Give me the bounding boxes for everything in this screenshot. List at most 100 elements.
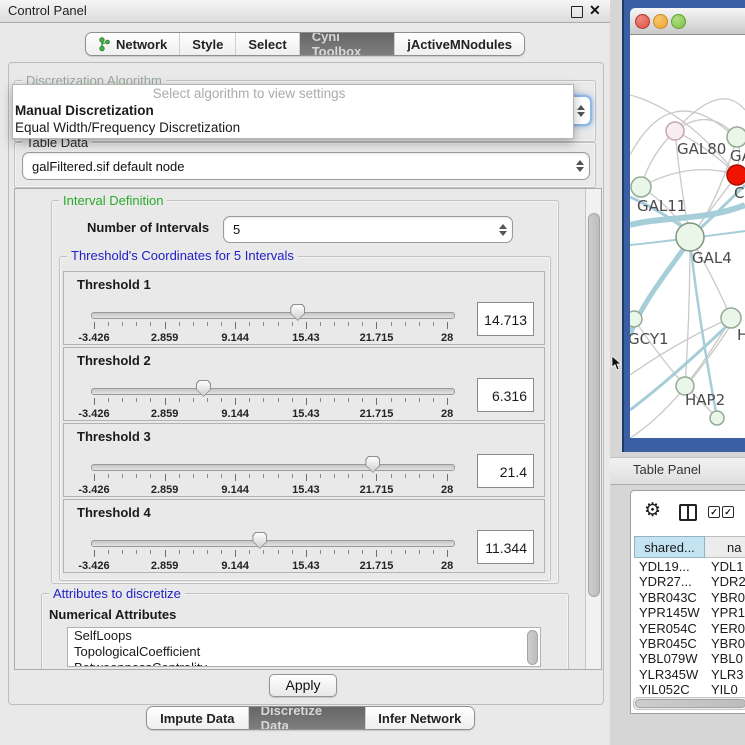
threshold-label: Threshold 1 <box>77 277 151 292</box>
tab-network[interactable]: Network <box>86 33 179 55</box>
tab-discretize-data[interactable]: Discretize Data <box>248 707 365 729</box>
axis-tick-label: 2.859 <box>151 408 179 420</box>
cyni-bottom-tabbar: Impute Data Discretize Data Infer Networ… <box>146 706 475 730</box>
threshold-value-field[interactable]: 21.4 <box>477 454 534 488</box>
hscrollbar-thumb[interactable] <box>635 699 745 708</box>
mouse-cursor-icon <box>611 356 622 371</box>
table-cell[interactable]: YDL1 <box>711 559 744 574</box>
list-item[interactable]: SelfLoops <box>68 628 540 644</box>
close-icon[interactable]: ✕ <box>589 2 601 19</box>
axis-tick-label: 2.859 <box>151 332 179 344</box>
axis-tick-label: -3.426 <box>78 560 109 572</box>
table-cell[interactable]: YER054C <box>639 621 697 636</box>
combobox-stepper-icon <box>494 224 512 236</box>
column-header-name[interactable]: na <box>705 536 745 558</box>
table-cell[interactable]: YER0 <box>711 621 745 636</box>
table-cell[interactable]: YLR3 <box>711 667 744 682</box>
node-label: GAL80 <box>677 140 726 158</box>
tab-label: Network <box>116 37 167 52</box>
checkbox-icon[interactable]: ✓ <box>722 506 734 518</box>
table-cell[interactable]: YPR145W <box>639 605 700 620</box>
table-cell[interactable]: YBL079W <box>639 651 698 666</box>
table-cell[interactable]: YLR345W <box>639 667 698 682</box>
threshold-label: Threshold 2 <box>77 353 151 368</box>
table-cell[interactable]: YBL0 <box>711 651 743 666</box>
tab-label: jActiveMNodules <box>407 37 512 52</box>
node-label: GCY1 <box>630 330 669 348</box>
node-gal80[interactable] <box>666 122 684 140</box>
axis-tick-label: 15.43 <box>292 484 320 496</box>
threshold-slider[interactable]: -3.4262.8599.14415.4321.71528 <box>91 384 453 420</box>
attributes-title: Attributes to discretize <box>49 587 185 600</box>
table-cell[interactable]: YIL0 <box>711 682 738 695</box>
tab-cyni-toolbox[interactable]: Cyni Toolbox <box>299 33 395 55</box>
table-cell[interactable]: YPR1 <box>711 605 745 620</box>
checkbox-icon[interactable]: ✓ <box>708 506 720 518</box>
list-item[interactable]: TopologicalCoefficient <box>68 644 540 660</box>
column-header-shared[interactable]: shared... <box>634 536 705 558</box>
threshold-value-field[interactable]: 6.316 <box>477 378 534 412</box>
numerical-attributes-list[interactable]: SelfLoops TopologicalCoefficient Between… <box>67 627 541 667</box>
node-gal4[interactable] <box>676 223 704 251</box>
node-ga[interactable] <box>727 127 745 147</box>
dropdown-prompt: Select algorithm to view settings <box>13 85 573 102</box>
combobox-stepper-icon <box>571 160 589 172</box>
threshold-slider[interactable]: -3.4262.8599.14415.4321.71528 <box>91 460 453 496</box>
threshold-panel-1: Threshold 1 -3.4262.8599.14415.4321.7152… <box>63 271 545 345</box>
tab-infer-network[interactable]: Infer Network <box>365 707 474 729</box>
scrollbar-track[interactable] <box>585 189 601 669</box>
network-canvas[interactable]: GAL80 GA C GAL11 GAL4 GCY1 H HAP2 <box>630 35 745 438</box>
table-cell[interactable]: YBR045C <box>639 636 697 651</box>
dropdown-option-equal-width[interactable]: Equal Width/Frequency Discretization <box>13 119 573 136</box>
control-panel-window: Control Panel ✕ Network Style Select Cyn… <box>0 0 610 745</box>
dropdown-option-manual[interactable]: Manual Discretization <box>13 102 573 119</box>
number-of-intervals-combobox[interactable]: 5 <box>223 216 513 243</box>
tab-impute-data[interactable]: Impute Data <box>147 707 248 729</box>
table-cell[interactable]: YIL052C <box>639 682 690 695</box>
node-gcy1[interactable] <box>630 311 642 327</box>
threshold-value-field[interactable]: 14.713 <box>477 302 534 336</box>
tab-label: Discretize Data <box>261 706 353 730</box>
node-red[interactable] <box>727 165 745 185</box>
zoom-traffic-light-icon[interactable] <box>671 14 686 29</box>
network-window-titlebar[interactable] <box>630 8 745 35</box>
list-scrollbar[interactable] <box>527 630 538 665</box>
table-cell[interactable]: YBR0 <box>711 636 745 651</box>
threshold-value-field[interactable]: 11.344 <box>477 530 534 564</box>
threshold-slider[interactable]: -3.4262.8599.14415.4321.71528 <box>91 308 453 344</box>
scrollbar-thumb[interactable] <box>588 213 600 597</box>
table-cell[interactable]: YDL19... <box>639 559 690 574</box>
axis-tick-label: 21.715 <box>360 484 394 496</box>
gear-icon[interactable]: ⚙ <box>644 501 661 520</box>
node-h[interactable] <box>721 308 741 328</box>
tab-jactivemnodules[interactable]: jActiveMNodules <box>394 33 524 55</box>
float-window-icon[interactable] <box>571 6 583 18</box>
table-cell[interactable]: YDR2 <box>711 574 745 589</box>
tab-style[interactable]: Style <box>179 33 235 55</box>
axis-tick-label: 15.43 <box>292 332 320 344</box>
table-data-combobox[interactable]: galFiltered.sif default node <box>22 152 590 180</box>
split-columns-icon[interactable] <box>679 504 697 521</box>
node-partial[interactable] <box>710 411 724 425</box>
control-panel-titlebar: Control Panel ✕ <box>0 0 610 23</box>
settings-scrollpane: Interval Definition Number of Intervals … <box>14 188 602 670</box>
axis-tick-label: 28 <box>441 408 453 420</box>
node-gal11[interactable] <box>631 177 651 197</box>
minimize-traffic-light-icon[interactable] <box>653 14 668 29</box>
axis-tick-label: -3.426 <box>78 332 109 344</box>
table-data-value: galFiltered.sif default node <box>23 159 571 174</box>
tab-label: Infer Network <box>378 711 461 726</box>
axis-tick-label: -3.426 <box>78 408 109 420</box>
slider-track <box>91 540 455 547</box>
threshold-slider[interactable]: -3.4262.8599.14415.4321.71528 <box>91 536 453 572</box>
close-traffic-light-icon[interactable] <box>635 14 650 29</box>
hscrollbar-track[interactable] <box>633 697 745 710</box>
tab-select[interactable]: Select <box>235 33 298 55</box>
apply-button[interactable]: Apply <box>269 674 337 697</box>
tab-label: Select <box>248 37 286 52</box>
list-item[interactable]: BetweennessCentrality <box>68 660 540 667</box>
table-cell[interactable]: YBR043C <box>639 590 697 605</box>
table-cell[interactable]: YBR0 <box>711 590 745 605</box>
slider-track <box>91 388 455 395</box>
table-cell[interactable]: YDR27... <box>639 574 692 589</box>
